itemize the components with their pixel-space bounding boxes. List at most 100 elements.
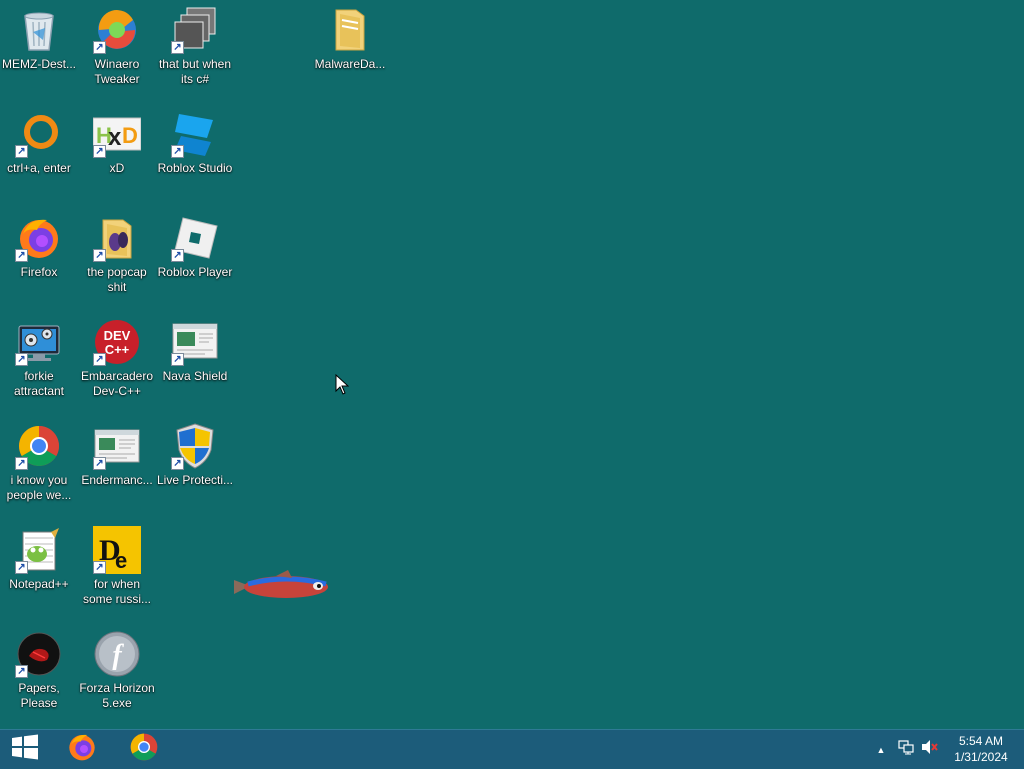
taskbar: ▲ 5:54 AM 1/31/2024 bbox=[0, 729, 1024, 769]
desktop-icon-memz[interactable]: MEMZ-Dest... bbox=[0, 0, 78, 72]
shortcut-arrow-icon: ↗ bbox=[93, 145, 106, 158]
desktop-icon-i-know-you-people[interactable]: ↗ i know you people we... bbox=[0, 416, 78, 503]
show-hidden-icons-button[interactable]: ▲ bbox=[873, 730, 889, 769]
svg-text:DEV: DEV bbox=[104, 328, 131, 343]
icon-label: that but when its c# bbox=[158, 57, 232, 86]
shortcut-arrow-icon: ↗ bbox=[15, 665, 28, 678]
icon-label: for when some russi... bbox=[82, 577, 151, 606]
shortcut-arrow-icon: ↗ bbox=[171, 145, 184, 158]
desktop-icon-notepad-plus-plus[interactable]: ↗ Notepad++ bbox=[0, 520, 78, 592]
recycle-bin-icon bbox=[15, 6, 63, 54]
window-app-icon: ↗ bbox=[93, 422, 141, 470]
security-shield-icon: ↗ bbox=[171, 422, 219, 470]
icon-label: Winaero Tweaker bbox=[94, 57, 140, 86]
svg-text:D: D bbox=[122, 123, 138, 148]
icon-label: Firefox bbox=[20, 265, 58, 279]
folder-icon: ↗ bbox=[93, 214, 141, 262]
svg-text:e: e bbox=[115, 548, 127, 573]
shortcut-arrow-icon: ↗ bbox=[93, 353, 106, 366]
roblox-player-icon: ↗ bbox=[171, 214, 219, 262]
network-icon bbox=[898, 739, 914, 760]
icon-label: Endermanc... bbox=[81, 473, 153, 487]
icon-label: the popcap shit bbox=[87, 265, 147, 294]
icon-label: ctrl+a, enter bbox=[7, 161, 71, 175]
icon-label: Forza Horizon 5.exe bbox=[79, 681, 155, 710]
desktop-icon-nava-shield[interactable]: ↗ Nava Shield bbox=[156, 312, 234, 384]
taskbar-firefox-button[interactable] bbox=[58, 730, 106, 769]
shortcut-arrow-icon: ↗ bbox=[171, 353, 184, 366]
icon-label: Papers, Please bbox=[18, 681, 60, 710]
svg-text:x: x bbox=[108, 124, 122, 151]
icon-label: Roblox Player bbox=[157, 265, 233, 279]
shortcut-arrow-icon: ↗ bbox=[93, 249, 106, 262]
windows-logo-icon bbox=[11, 734, 39, 765]
desktop[interactable]: MEMZ-Dest... ↗ ctrl+a, enter ↗ Firefox ↗… bbox=[0, 0, 1024, 729]
desktop-icon-malwareda[interactable]: MalwareDa... bbox=[311, 0, 389, 72]
icon-label: Notepad++ bbox=[9, 577, 69, 591]
icon-label: i know you people we... bbox=[6, 473, 72, 502]
icon-label: Live Protecti... bbox=[156, 473, 234, 487]
desktop-icon-ctrl-a-enter[interactable]: ↗ ctrl+a, enter bbox=[0, 104, 78, 176]
computer-settings-icon: ↗ bbox=[15, 318, 63, 366]
firefox-icon: ↗ bbox=[15, 214, 63, 262]
icon-label: xD bbox=[109, 161, 125, 175]
desktop-icon-firefox[interactable]: ↗ Firefox bbox=[0, 208, 78, 280]
desktop-icon-roblox-player[interactable]: ↗ Roblox Player bbox=[156, 208, 234, 280]
icon-label: Nava Shield bbox=[162, 369, 228, 383]
stacked-windows-icon: ↗ bbox=[171, 6, 219, 54]
shortcut-arrow-icon: ↗ bbox=[15, 145, 28, 158]
shortcut-arrow-icon: ↗ bbox=[15, 249, 28, 262]
shortcut-arrow-icon: ↗ bbox=[15, 561, 28, 574]
desktop-icon-papers-please[interactable]: ↗ Papers, Please bbox=[0, 624, 78, 711]
desktop-icon-endermanc[interactable]: ↗ Endermanc... bbox=[78, 416, 156, 488]
desktop-icon-dev-cpp[interactable]: DEV C++ ↗ Embarcadero Dev-C++ bbox=[78, 312, 156, 399]
icon-label: MEMZ-Dest... bbox=[2, 57, 76, 71]
winaero-tweaker-icon: ↗ bbox=[93, 6, 141, 54]
window-app-icon: ↗ bbox=[171, 318, 219, 366]
flash-icon: f bbox=[93, 630, 141, 678]
desktop-icon-xd[interactable]: HxD ↗ xD bbox=[78, 104, 156, 176]
folder-icon bbox=[326, 6, 374, 54]
clock-date: 1/31/2024 bbox=[954, 750, 1008, 764]
shortcut-arrow-icon: ↗ bbox=[171, 41, 184, 54]
desktop-icon-popcap-folder[interactable]: ↗ the popcap shit bbox=[78, 208, 156, 295]
orange-ring-icon: ↗ bbox=[15, 110, 63, 158]
icon-label: Roblox Studio bbox=[157, 161, 233, 175]
chevron-up-icon: ▲ bbox=[876, 744, 886, 755]
clock[interactable]: 5:54 AM 1/31/2024 bbox=[946, 733, 1016, 765]
start-button[interactable] bbox=[0, 730, 50, 769]
shortcut-arrow-icon: ↗ bbox=[171, 249, 184, 262]
icon-label: forkie attractant bbox=[13, 369, 65, 398]
desktop-icon-live-protection[interactable]: ↗ Live Protecti... bbox=[156, 416, 234, 488]
papers-please-icon: ↗ bbox=[15, 630, 63, 678]
taskbar-chrome-button[interactable] bbox=[120, 730, 168, 769]
icon-label: Embarcadero Dev-C++ bbox=[80, 369, 154, 398]
dev-cpp-icon: DEV C++ ↗ bbox=[93, 318, 141, 366]
shortcut-arrow-icon: ↗ bbox=[93, 41, 106, 54]
de-app-icon: De ↗ bbox=[93, 526, 141, 574]
fish-desktop-pet[interactable] bbox=[230, 566, 334, 611]
desktop-icon-that-but-when-its-csharp[interactable]: ↗ that but when its c# bbox=[156, 0, 234, 87]
desktop-icon-forza-horizon[interactable]: f Forza Horizon 5.exe bbox=[78, 624, 156, 711]
shortcut-arrow-icon: ↗ bbox=[93, 561, 106, 574]
desktop-icon-winaero-tweaker[interactable]: ↗ Winaero Tweaker bbox=[78, 0, 156, 87]
volume-muted-icon bbox=[921, 739, 939, 760]
hxd-icon: HxD ↗ bbox=[93, 110, 141, 158]
desktop-icon-roblox-studio[interactable]: ↗ Roblox Studio bbox=[156, 104, 234, 176]
network-button[interactable] bbox=[897, 730, 915, 769]
desktop-icon-for-when-some-russi[interactable]: De ↗ for when some russi... bbox=[78, 520, 156, 607]
shortcut-arrow-icon: ↗ bbox=[15, 457, 28, 470]
volume-button[interactable] bbox=[921, 730, 939, 769]
clock-time: 5:54 AM bbox=[958, 734, 1004, 748]
shortcut-arrow-icon: ↗ bbox=[15, 353, 28, 366]
mouse-cursor-icon bbox=[335, 373, 350, 401]
desktop-icon-forkie-attractant[interactable]: ↗ forkie attractant bbox=[0, 312, 78, 399]
chrome-icon bbox=[128, 731, 160, 768]
notepad-plus-plus-icon: ↗ bbox=[15, 526, 63, 574]
roblox-studio-icon: ↗ bbox=[171, 110, 219, 158]
firefox-icon bbox=[66, 731, 98, 768]
chrome-icon: ↗ bbox=[15, 422, 63, 470]
svg-text:C++: C++ bbox=[105, 342, 130, 357]
shortcut-arrow-icon: ↗ bbox=[171, 457, 184, 470]
icon-label: MalwareDa... bbox=[314, 57, 386, 71]
